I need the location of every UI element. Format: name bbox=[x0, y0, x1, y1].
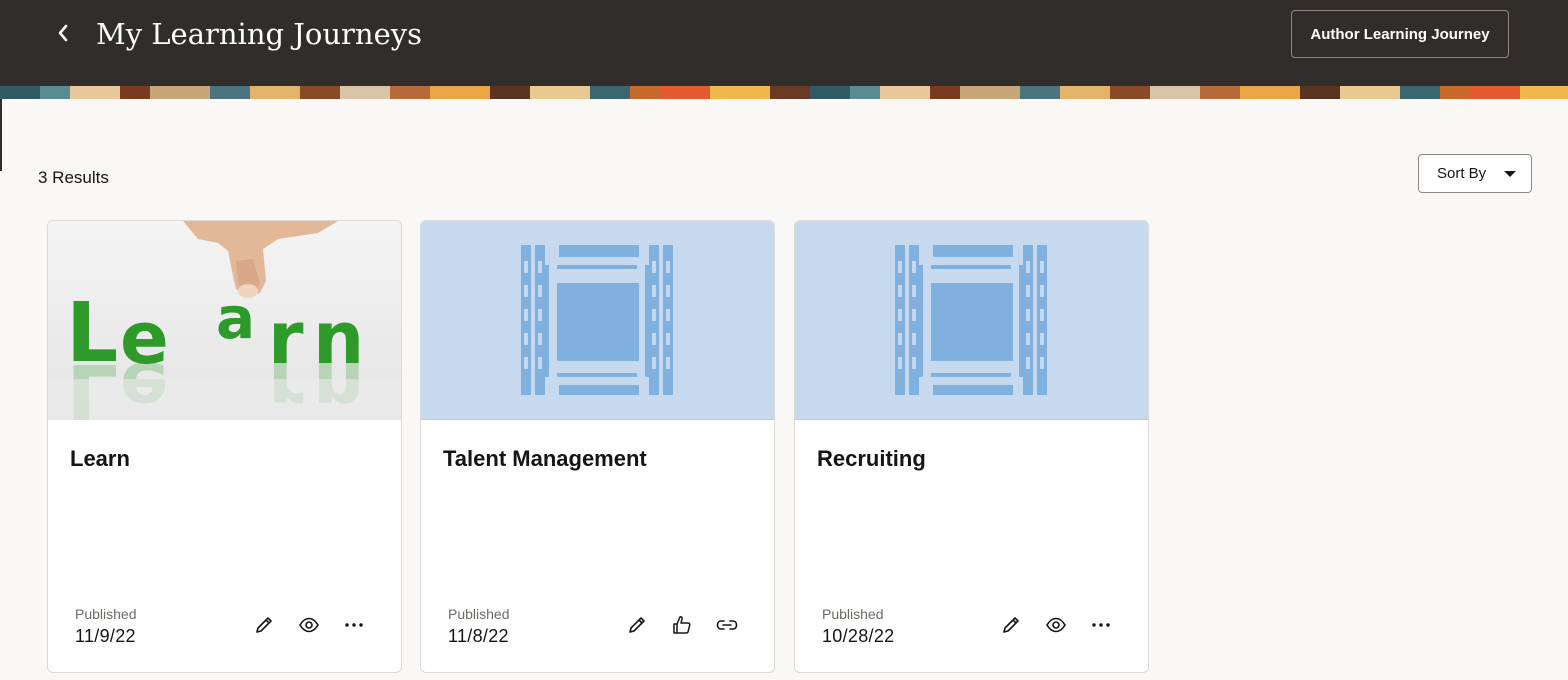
card-status: Published bbox=[822, 606, 884, 622]
author-learning-journey-button[interactable]: Author Learning Journey bbox=[1291, 10, 1509, 58]
learning-journey-card[interactable]: L e a r n L e r n Learn Published 11/9/2… bbox=[47, 220, 402, 673]
edit-button[interactable] bbox=[623, 611, 651, 639]
card-title[interactable]: Recruiting bbox=[817, 445, 926, 473]
card-status: Published bbox=[448, 606, 510, 622]
eye-icon bbox=[1046, 617, 1066, 633]
header-bar: My Learning Journeys Author Learning Jou… bbox=[0, 0, 1568, 86]
edit-button[interactable] bbox=[997, 611, 1025, 639]
sort-by-label: Sort By bbox=[1437, 165, 1487, 182]
card-thumbnail bbox=[421, 221, 774, 420]
svg-text:a: a bbox=[216, 284, 255, 352]
more-actions-button[interactable] bbox=[1087, 611, 1115, 639]
card-thumbnail: L e a r n L e r n bbox=[48, 221, 401, 440]
card-date: 11/8/22 bbox=[448, 626, 509, 646]
card-title[interactable]: Talent Management bbox=[443, 445, 647, 473]
copy-link-button[interactable] bbox=[713, 611, 741, 639]
decorative-banner bbox=[0, 86, 1568, 99]
video-placeholder-icon bbox=[895, 245, 1047, 395]
learning-journey-card[interactable]: Recruiting Published 10/28/22 bbox=[794, 220, 1149, 673]
more-actions-button[interactable] bbox=[340, 611, 368, 639]
card-status: Published bbox=[75, 606, 137, 622]
edit-icon bbox=[1003, 617, 1019, 633]
video-placeholder-icon bbox=[521, 245, 673, 395]
view-button[interactable] bbox=[1042, 611, 1070, 639]
back-button[interactable] bbox=[48, 18, 78, 48]
page-title: My Learning Journeys bbox=[96, 17, 423, 51]
learning-journey-card[interactable]: Talent Management Published 11/8/22 bbox=[420, 220, 775, 673]
edit-icon bbox=[629, 617, 645, 633]
link-icon bbox=[716, 620, 738, 630]
results-count: 3 Results bbox=[38, 168, 109, 187]
thumbs-up-icon bbox=[673, 616, 691, 634]
card-date: 10/28/22 bbox=[822, 626, 895, 646]
more-horizontal-icon bbox=[345, 623, 363, 627]
card-date: 11/9/22 bbox=[75, 626, 136, 646]
eye-icon bbox=[299, 617, 319, 633]
view-button[interactable] bbox=[295, 611, 323, 639]
card-title[interactable]: Learn bbox=[70, 445, 130, 473]
card-thumbnail bbox=[795, 221, 1148, 420]
edit-button[interactable] bbox=[250, 611, 278, 639]
edit-icon bbox=[256, 617, 272, 633]
chevron-left-icon bbox=[58, 24, 68, 42]
more-horizontal-icon bbox=[1092, 623, 1110, 627]
sort-by-dropdown[interactable]: Sort By bbox=[1418, 154, 1532, 193]
like-button[interactable] bbox=[668, 611, 696, 639]
caret-down-icon bbox=[1504, 171, 1516, 177]
